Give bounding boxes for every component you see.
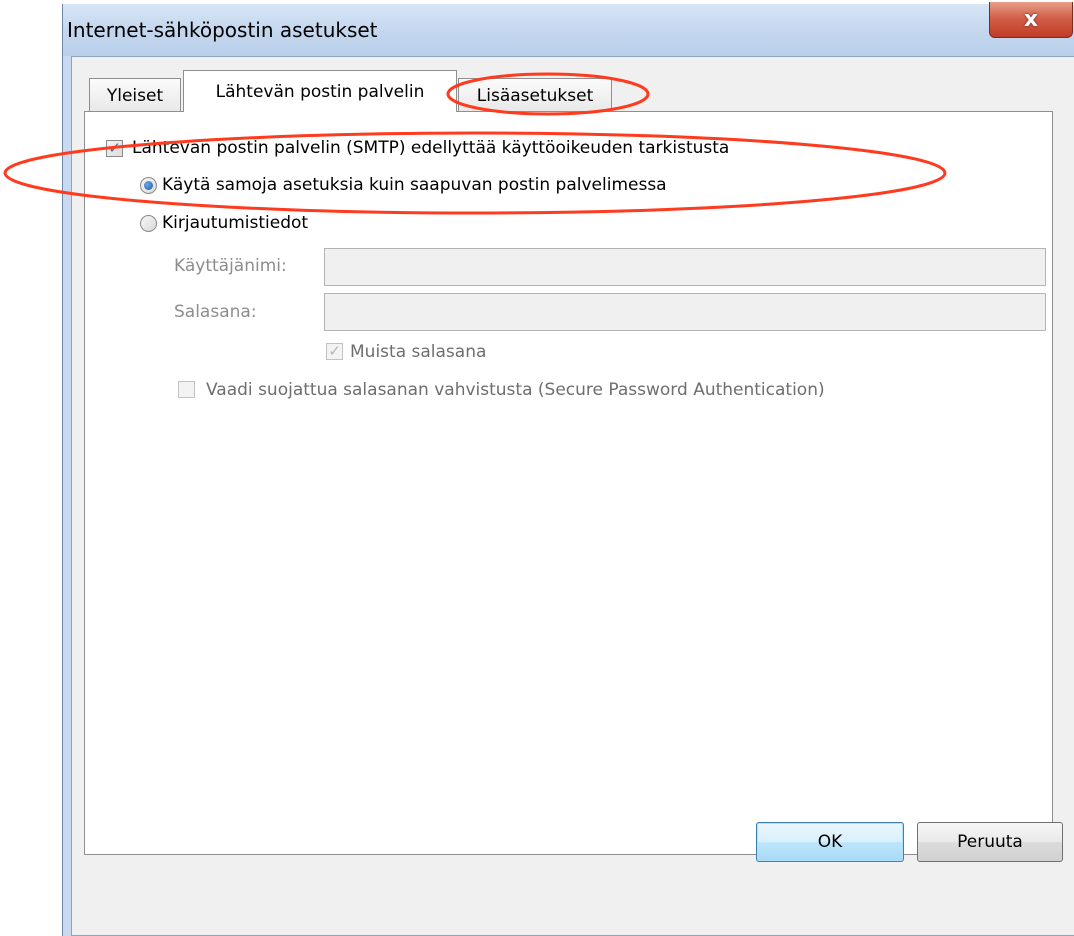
radio-same-settings[interactable]	[140, 177, 157, 194]
tab-general[interactable]: Yleiset	[89, 78, 181, 112]
radio-same-settings-label[interactable]: Käytä samoja asetuksia kuin saapuvan pos…	[162, 175, 667, 195]
password-label: Salasana:	[174, 302, 257, 322]
tab-outgoing-server-label: Lähtevän postin palvelin	[215, 81, 425, 102]
ok-button[interactable]: OK	[756, 822, 904, 862]
tab-advanced[interactable]: Lisäasetukset	[458, 78, 612, 112]
username-input[interactable]	[324, 248, 1046, 286]
password-input[interactable]	[324, 293, 1046, 331]
tab-advanced-label: Lisäasetukset	[476, 85, 594, 106]
close-button[interactable]: x	[989, 2, 1073, 38]
cancel-button[interactable]: Peruuta	[917, 822, 1063, 862]
radio-login-info[interactable]	[140, 215, 157, 232]
smtp-auth-checkbox[interactable]: ✓	[106, 140, 123, 157]
cancel-button-label: Peruuta	[957, 832, 1023, 852]
tab-general-label: Yleiset	[106, 85, 164, 106]
checkmark-icon: ✓	[328, 342, 341, 360]
username-label: Käyttäjänimi:	[174, 256, 287, 276]
spa-checkbox[interactable]	[178, 381, 195, 398]
ok-button-label: OK	[817, 832, 843, 852]
remember-password-label[interactable]: Muista salasana	[350, 342, 486, 362]
title-bar[interactable]: Internet-sähköpostin asetukset x	[63, 2, 1074, 56]
checkmark-icon: ✓	[108, 139, 121, 157]
spa-label[interactable]: Vaadi suojattua salasanan vahvistusta (S…	[206, 380, 825, 400]
remember-password-checkbox[interactable]: ✓	[326, 343, 343, 360]
window-title: Internet-sähköpostin asetukset	[67, 18, 378, 42]
close-icon: x	[1023, 7, 1039, 32]
smtp-auth-label[interactable]: Lähtevän postin palvelin (SMTP) edellytt…	[132, 138, 729, 158]
radio-login-info-label[interactable]: Kirjautumistiedot	[162, 213, 308, 233]
tab-outgoing-server[interactable]: Lähtevän postin palvelin	[183, 70, 457, 112]
